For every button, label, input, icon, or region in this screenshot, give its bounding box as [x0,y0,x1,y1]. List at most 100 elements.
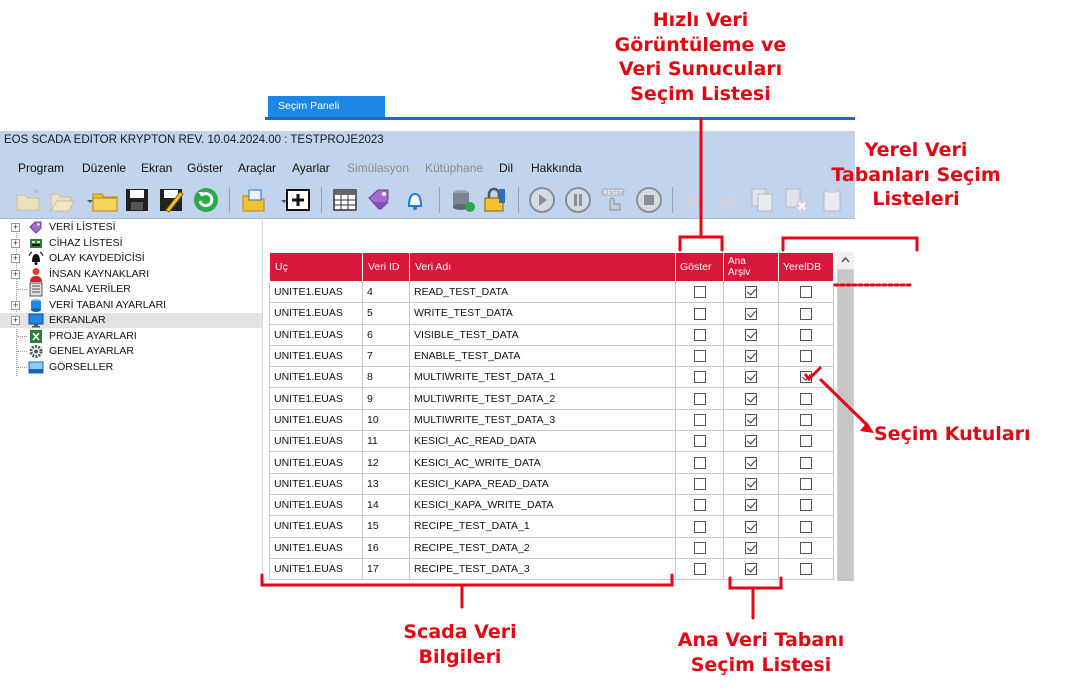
checkbox-goster[interactable] [693,414,706,427]
expand-icon[interactable]: + [11,269,20,279]
table-row[interactable]: UNITE1.EUAS 15 RECIPE_TEST_DATA_1 [269,515,834,538]
checkbox-goster[interactable] [693,371,706,384]
expand-icon[interactable]: + [11,254,20,263]
checkbox-yereldb[interactable] [800,392,812,405]
checkbox-goster[interactable] [693,456,706,469]
menu-goster[interactable]: Göster [187,161,223,175]
checkbox-yereldb[interactable] [800,541,812,554]
table-row[interactable]: UNITE1.EUAS 16 RECIPE_TEST_DATA_2 [269,536,834,559]
table-row[interactable]: UNITE1.EUAS 11 KESICI_AC_READ_DATA [269,430,834,453]
checkbox-ana-arsiv[interactable] [745,520,757,533]
tree-item-olay-kaydedicisi[interactable]: + OLAY KAYDEDİCİSİ [0,251,262,266]
bell-icon[interactable] [401,186,429,214]
dropdown-arrow-icon[interactable] [270,186,287,214]
save-as-icon[interactable] [157,186,185,214]
checkbox-goster[interactable] [693,520,706,533]
checkbox-ana-arsiv[interactable] [745,477,757,490]
play-icon[interactable] [528,186,556,214]
column-header-goster[interactable]: Göster [675,252,724,282]
checkbox-yereldb[interactable] [800,499,812,512]
expand-icon[interactable]: + [11,316,20,325]
table-row[interactable]: UNITE1.EUAS 12 KESICI_AC_WRITE_DATA [269,451,834,474]
checkbox-ana-arsiv[interactable] [745,392,757,405]
table-row[interactable]: UNITE1.EUAS 8 MULTIWRITE_TEST_DATA_1 [269,366,834,389]
checkbox-ana-arsiv[interactable] [745,563,757,576]
stop-icon[interactable] [635,186,663,214]
checkbox-yereldb[interactable] [800,328,812,341]
column-header-veri-adi[interactable]: Veri Adı [409,252,676,282]
expand-icon[interactable]: + [11,238,20,248]
checkbox-goster[interactable] [693,328,706,341]
checkbox-ana-arsiv[interactable] [745,350,757,363]
table-row[interactable]: UNITE1.EUAS 6 VISIBLE_TEST_DATA [269,323,834,346]
checkbox-yereldb[interactable] [800,350,812,363]
checkbox-ana-arsiv[interactable] [745,307,757,320]
tree-item-insan-kaynaklari[interactable]: + İNSAN KAYNAKLARI [0,267,262,282]
tree-item-ekranlar[interactable]: + EKRANLAR [0,313,262,328]
checkbox-ana-arsiv[interactable] [745,435,757,448]
save-icon[interactable] [123,186,151,214]
folder-icon[interactable] [91,186,119,214]
table-row[interactable]: UNITE1.EUAS 14 KESICI_KAPA_WRITE_DATA [269,493,834,517]
column-header-ana-arsiv[interactable]: Ana Arşiv [723,252,779,282]
tree-item-veri-tabani-ayarlari[interactable]: + VERİ TABANI AYARLARI [0,298,262,313]
column-header-yereldb[interactable]: YerelDB [778,252,834,282]
tree-item-gorseller[interactable]: GÖRSELLER [0,360,262,375]
menu-araclar[interactable]: Araçlar [238,161,276,175]
dropdown-arrow-icon[interactable] [76,186,93,214]
tree-item-cihaz-listesi[interactable]: + CİHAZ LİSTESİ [0,236,262,251]
checkbox-ana-arsiv[interactable] [745,456,757,469]
checkbox-yereldb[interactable] [800,414,812,427]
checkbox-ana-arsiv[interactable] [745,371,757,384]
checkbox-goster[interactable] [693,307,706,320]
table-icon[interactable] [331,186,359,214]
checkbox-goster[interactable] [693,286,706,299]
checkbox-ana-arsiv[interactable] [745,286,757,299]
table-row[interactable]: UNITE1.EUAS 4 READ_TEST_DATA [269,280,834,304]
checkbox-yereldb[interactable] [800,456,812,469]
new-folder-icon[interactable] [14,186,42,214]
checkbox-goster[interactable] [693,541,706,554]
tag-icon[interactable] [365,186,393,214]
checkbox-goster[interactable] [693,563,706,576]
checkbox-yereldb[interactable] [800,435,812,448]
checkbox-yereldb[interactable] [800,307,812,320]
checkbox-ana-arsiv[interactable] [745,328,757,341]
menu-ekran[interactable]: Ekran [141,161,172,175]
scroll-up-button[interactable] [837,252,854,269]
scrollbar-thumb[interactable] [838,270,853,581]
menu-hakkinda[interactable]: Hakkında [531,161,582,175]
open-screen-icon[interactable] [240,186,268,214]
checkbox-yereldb[interactable] [800,286,812,299]
checkbox-goster[interactable] [693,477,706,490]
undo-icon[interactable] [682,186,710,214]
tree-item-proje-ayarlari[interactable]: PROJE AYARLARI [0,329,262,344]
refresh-icon[interactable] [192,186,220,214]
menu-ayarlar[interactable]: Ayarlar [292,161,330,175]
column-header-veri-id[interactable]: Veri ID [362,252,410,282]
tree-item-veri-listesi[interactable]: + VERİ LİSTESİ [0,220,262,235]
table-row[interactable]: UNITE1.EUAS 17 RECIPE_TEST_DATA_3 [269,557,834,581]
checkbox-goster[interactable] [693,350,706,363]
tab-secim-paneli[interactable]: Seçim Paneli [268,96,385,117]
checkbox-yereldb[interactable] [800,520,812,533]
expand-icon[interactable]: + [11,300,20,310]
checkbox-yereldb[interactable] [800,477,812,490]
table-row[interactable]: UNITE1.EUAS 13 KESICI_KAPA_READ_DATA [269,472,834,495]
table-row[interactable]: UNITE1.EUAS 7 ENABLE_TEST_DATA [269,344,834,368]
column-header-uc[interactable]: Uç [269,252,363,282]
copy-icon[interactable] [748,186,776,214]
delete-copy-icon[interactable] [782,186,810,214]
tree-item-sanal-veriler[interactable]: SANAL VERİLER [0,282,262,297]
lock-icon[interactable] [480,186,508,214]
add-screen-icon[interactable] [284,186,312,214]
expand-icon[interactable]: + [11,223,20,232]
checkbox-ana-arsiv[interactable] [745,499,757,512]
checkbox-yereldb[interactable] [800,563,812,576]
open-folder-icon[interactable] [48,186,76,214]
menu-dil[interactable]: Dil [499,161,513,175]
checkbox-goster[interactable] [693,392,706,405]
menu-duzenle[interactable]: Düzenle [82,161,126,175]
database-icon[interactable] [449,186,477,214]
checkbox-ana-arsiv[interactable] [745,414,757,427]
